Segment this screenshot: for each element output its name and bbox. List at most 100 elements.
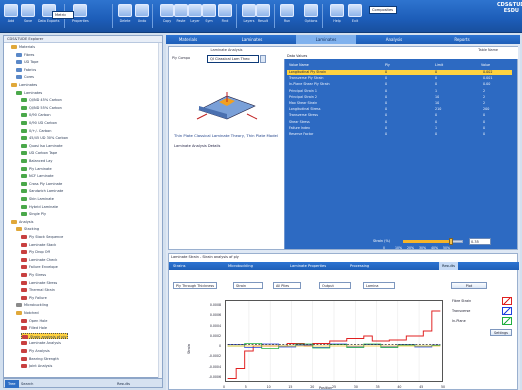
tree-item[interactable]: 0/90 UD Carbon <box>21 120 57 126</box>
legend-item[interactable]: In-Plane <box>452 317 512 325</box>
tree-item[interactable]: QI/ND 45% Carbon <box>21 97 62 103</box>
tree-item[interactable]: Laminate Stack <box>21 242 56 248</box>
toolbar-result-button[interactable]: Result <box>256 3 270 30</box>
tree-item[interactable]: Fabrics <box>16 67 36 73</box>
tree-item[interactable]: Laminates <box>16 90 42 96</box>
toolbar-run-button[interactable]: Run <box>280 3 294 30</box>
legend-item[interactable]: Fibre Strain <box>452 297 512 305</box>
lower-tab-3[interactable]: Processing <box>347 262 372 270</box>
plot-control-select[interactable]: Output <box>319 282 351 289</box>
tree-item[interactable]: Ply Laminate <box>21 166 52 172</box>
tree-item[interactable]: Materials <box>11 44 35 50</box>
toolbar-options-button[interactable]: Options <box>304 3 318 30</box>
bottom-tab-tree[interactable]: Tree <box>5 380 19 388</box>
lower-tab-0[interactable]: Strains <box>170 262 189 270</box>
bottom-tab-results[interactable]: Results <box>114 380 133 388</box>
toolbar-find-button[interactable]: Find <box>218 3 232 30</box>
tree-item[interactable]: Bearing Strength <box>21 356 59 362</box>
tree-item[interactable]: Open Hole <box>21 318 47 324</box>
toolbar-add-button[interactable]: Add <box>4 3 18 30</box>
tree-item[interactable]: Failure Envelope <box>21 264 58 270</box>
toolbar-undo-button[interactable]: Undo <box>135 3 149 30</box>
tree-item[interactable]: Thermal Strain <box>21 287 55 293</box>
tree-item[interactable]: Analysis <box>11 219 33 225</box>
legend-settings-button[interactable]: Settings <box>490 329 512 336</box>
toolbar-layers-button[interactable]: Layers <box>242 3 256 30</box>
tree-item[interactable]: Ply Analysis <box>21 348 50 354</box>
tree-item[interactable]: Fibres <box>16 52 34 58</box>
tree-item[interactable]: Quasi Iso Laminate <box>21 143 63 149</box>
tree-item[interactable]: QI/ND 55% Carbon <box>21 105 62 111</box>
tree-item[interactable]: Notched <box>16 310 39 316</box>
tree-item[interactable]: Hybrid Laminate <box>21 204 58 210</box>
toolbar-save-button[interactable]: Save <box>21 3 35 30</box>
plot-button[interactable]: Plot <box>451 282 487 289</box>
tree-item[interactable]: Ply Stack Sequence <box>21 234 63 240</box>
tree-item[interactable]: Stacking <box>16 226 39 232</box>
tree-item[interactable]: Microbuckling <box>16 302 48 308</box>
toolbar-layer-button[interactable]: Layer <box>188 3 202 30</box>
table-column-header[interactable]: Limit <box>435 63 443 68</box>
legend-item[interactable]: Transverse <box>452 307 512 315</box>
lower-tab-2[interactable]: Laminate Properties <box>287 262 329 270</box>
tree-item[interactable]: Single Ply <box>21 211 46 217</box>
toolbar-help-button[interactable]: Help <box>330 3 344 30</box>
table-row[interactable]: In-Plane Shear Ply Strain 0 0 0.00 <box>287 82 512 87</box>
tree-item[interactable]: Cross Ply Laminate <box>21 181 62 187</box>
plot-control-select[interactable]: Ply Through Thickness <box>173 282 217 289</box>
tree-item[interactable]: Sandwich Laminate <box>21 188 63 194</box>
tree-item[interactable]: 0/+/- Carbon <box>21 128 52 134</box>
tree-item[interactable]: 0/90 Carbon <box>21 112 51 118</box>
table-row[interactable]: Max Shear Strain 0 10 2 <box>287 101 512 106</box>
tree-item[interactable]: Ply Failure <box>21 295 47 301</box>
main-tab-3[interactable]: Analysis <box>364 35 424 44</box>
tree-item[interactable]: Skin Laminate <box>21 196 54 202</box>
layers-combo[interactable]: Composites <box>369 6 397 14</box>
plot-control-select[interactable]: Strain <box>233 282 263 289</box>
toolbar-copy-button[interactable]: Copy <box>160 3 174 30</box>
tree-item[interactable]: Laminate Stress <box>21 280 57 286</box>
plot-control-select[interactable]: Lamina <box>363 282 395 289</box>
slider-value-input[interactable]: 0.35 <box>469 238 491 245</box>
table-row[interactable]: Longitudinal Ply Strain 0 0 0.002 <box>287 70 512 75</box>
tree-item[interactable]: Joint Analysis <box>21 363 52 369</box>
tree-item[interactable]: Laminate Analysis <box>21 340 61 346</box>
main-tab-0[interactable]: Materials <box>166 35 210 44</box>
toolbar-exit-button[interactable]: Exit <box>348 3 362 30</box>
lower-tab-4[interactable]: Results <box>439 262 458 270</box>
table-row[interactable]: Shear Stress 0 0 0 <box>287 120 512 125</box>
toolbar-paste-button[interactable]: Paste <box>174 3 188 30</box>
table-row[interactable]: Transverse Ply Strain 0 0 0.001 <box>287 76 512 81</box>
tree-item[interactable]: Laminate Check <box>21 257 57 263</box>
table-column-header[interactable]: Value <box>481 63 490 68</box>
tree-item[interactable]: Filled Hole <box>21 325 47 331</box>
tree-item[interactable]: 45/45 UD 30% Carbon <box>21 135 68 141</box>
table-row[interactable]: Longitudinal Stress 0 210 200 <box>287 107 512 112</box>
table-column-header[interactable]: Ply <box>385 63 390 68</box>
tree-item[interactable]: NCF Laminate <box>21 173 54 179</box>
toolbar-sym-button[interactable]: Sym <box>202 3 216 30</box>
tree-item[interactable]: UD Tape <box>16 59 38 65</box>
toolbar-properties-button[interactable]: Properties <box>72 3 89 30</box>
table-row[interactable]: Transverse Stress 0 0 0 <box>287 113 512 118</box>
plot-control-select[interactable]: All Plies <box>273 282 301 289</box>
bottom-tab-search[interactable]: Search <box>18 380 36 388</box>
tree-item[interactable]: Laminates <box>11 82 37 88</box>
tree-scrollbar[interactable] <box>158 43 162 378</box>
tree-item[interactable]: UD Carbon Tape <box>21 150 57 156</box>
main-tab-1[interactable]: Laminates <box>224 35 280 44</box>
table-row[interactable]: Reserve Factor 0 0 0 <box>287 132 512 137</box>
unit-combo[interactable]: Metric <box>52 11 74 19</box>
main-tab-2[interactable]: Laminates <box>296 35 356 44</box>
main-tab-4[interactable]: Reports <box>432 35 492 44</box>
table-row[interactable]: Principal Strain 2 0 10 2 <box>287 95 512 100</box>
table-row[interactable]: Failure Index 0 1 0 <box>287 126 512 131</box>
tree-item[interactable]: Strain analysis of ply <box>21 332 68 339</box>
table-column-header[interactable]: Value Name <box>289 63 309 68</box>
tree-item[interactable]: Balanced Lay <box>21 158 52 164</box>
tree-item[interactable]: Ply Drop Off <box>21 249 50 255</box>
tree-item[interactable]: Cores <box>16 74 34 80</box>
slider-handle[interactable] <box>449 238 453 245</box>
table-row[interactable]: Principal Strain 1 0 1 2 <box>287 89 512 94</box>
lower-tab-1[interactable]: Microbuckling <box>225 262 256 270</box>
